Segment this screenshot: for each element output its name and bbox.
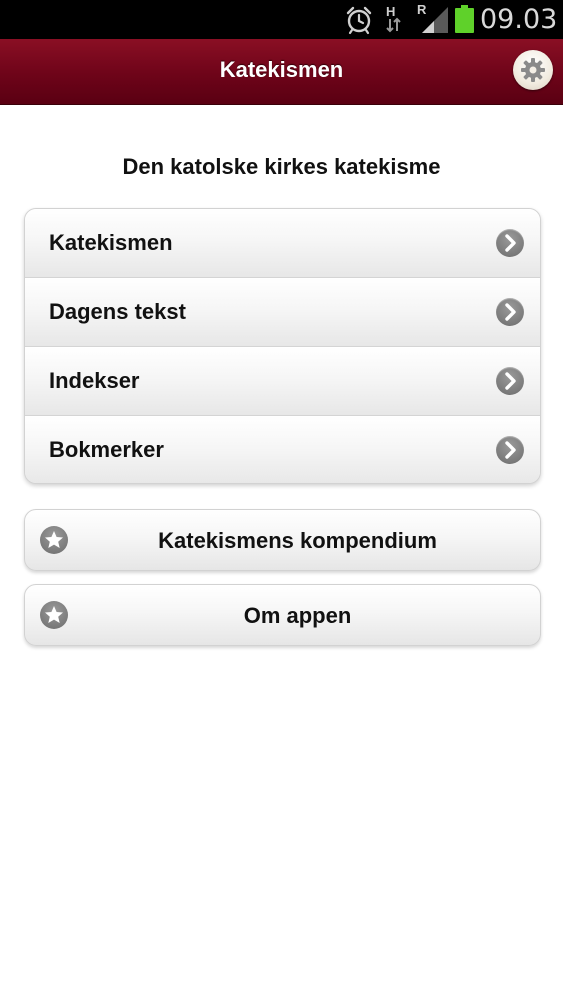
chevron-right-icon: [496, 229, 524, 257]
signal-icon: [422, 7, 448, 33]
menu-item-label: Katekismen: [49, 230, 173, 255]
menu-item-katekismen[interactable]: Katekismen: [25, 209, 540, 278]
menu-item-label: Dagens tekst: [49, 299, 186, 324]
settings-button[interactable]: [513, 50, 553, 90]
chevron-right-icon: [496, 298, 524, 326]
chevron-right-icon: [496, 367, 524, 395]
page-title: Katekismen: [219, 57, 344, 82]
battery-icon: [455, 5, 474, 33]
app-header: Katekismen: [0, 39, 563, 105]
chevron-right-icon: [496, 436, 524, 464]
main-menu: Katekismen Dagens tekst Indekser Bokmerk…: [24, 208, 541, 484]
data-arrows-icon: [386, 17, 401, 33]
gear-icon: [521, 58, 545, 82]
kompendium-button[interactable]: Katekismens kompendium: [24, 509, 541, 571]
menu-item-bokmerker[interactable]: Bokmerker: [25, 416, 540, 483]
alarm-icon: [346, 6, 372, 35]
menu-item-dagens-tekst[interactable]: Dagens tekst: [25, 278, 540, 347]
menu-item-indekser[interactable]: Indekser: [25, 347, 540, 416]
menu-item-label: Indekser: [49, 368, 140, 393]
status-bar: H R 09.03: [0, 0, 563, 39]
clock: 09.03: [480, 4, 558, 35]
button-label: Om appen: [243, 603, 352, 628]
button-label: Katekismens kompendium: [158, 528, 437, 553]
about-app-button[interactable]: Om appen: [24, 584, 541, 646]
menu-item-label: Bokmerker: [49, 437, 164, 462]
section-heading: Den katolske kirkes katekisme: [122, 154, 441, 179]
